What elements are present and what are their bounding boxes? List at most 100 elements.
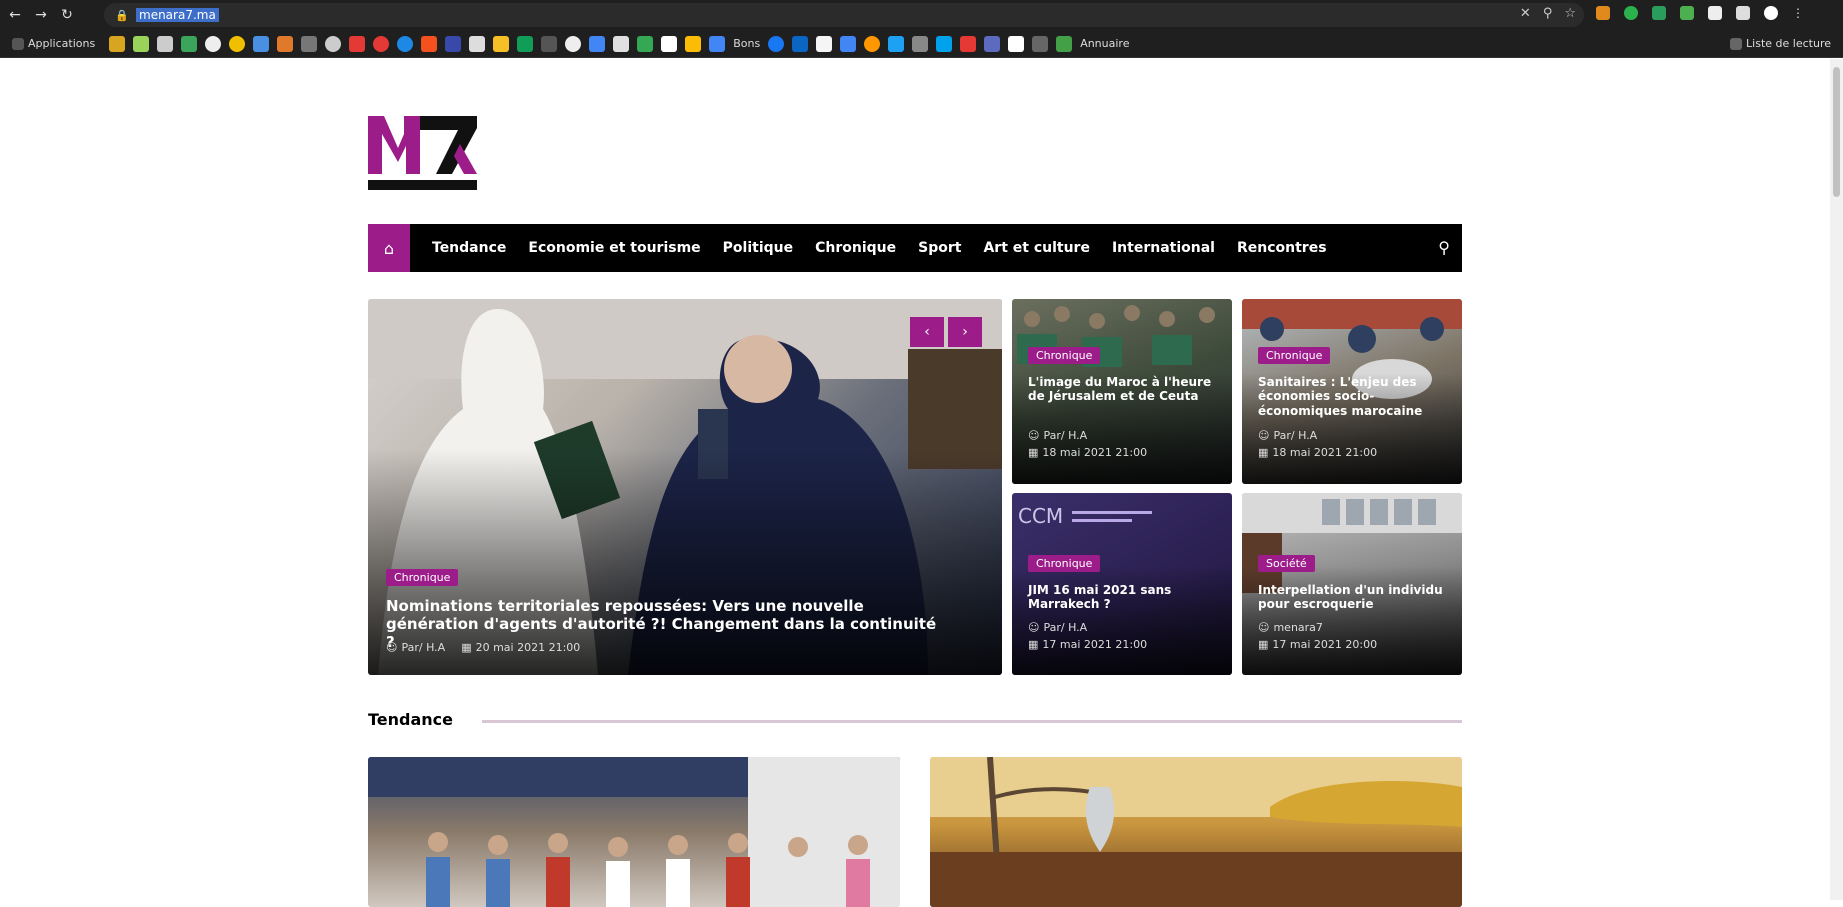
- bookmark-icon[interactable]: [517, 35, 534, 52]
- site-logo[interactable]: [368, 104, 477, 198]
- article-title[interactable]: Sanitaires : L'enjeu des économies socio…: [1258, 375, 1454, 418]
- bookmark-icon[interactable]: [133, 35, 150, 52]
- article-image: [368, 757, 900, 907]
- bookmark-icon[interactable]: [421, 35, 438, 52]
- author: ☺ Par/ H.A: [1028, 429, 1088, 442]
- star-icon[interactable]: ☆: [1564, 6, 1576, 21]
- extension-icon[interactable]: [1708, 6, 1722, 20]
- translate-icon[interactable]: ✕: [1520, 6, 1531, 21]
- bookmark-icon[interactable]: [912, 35, 929, 52]
- bookmark-icon[interactable]: [229, 35, 246, 52]
- bookmark-icon[interactable]: [397, 35, 414, 52]
- zoom-icon[interactable]: ⚲: [1543, 6, 1553, 21]
- bookmark-icon[interactable]: [301, 35, 318, 52]
- category-badge[interactable]: Chronique: [1028, 347, 1101, 364]
- featured-main-card[interactable]: ‹ › Chronique Nominations territoriales …: [368, 299, 1002, 675]
- featured-side-card[interactable]: Chronique Sanitaires : L'enjeu des écono…: [1242, 299, 1462, 484]
- bookmark-icon[interactable]: [589, 35, 606, 52]
- profile-avatar[interactable]: [1764, 6, 1778, 20]
- bookmark-icon[interactable]: [469, 35, 486, 52]
- nav-item-sport[interactable]: Sport: [918, 240, 961, 256]
- url-text[interactable]: menara7.ma: [136, 8, 219, 22]
- bookmark-icon[interactable]: [1032, 35, 1049, 52]
- bookmark-icon[interactable]: [936, 35, 953, 52]
- bookmark-icon[interactable]: [1008, 35, 1025, 52]
- extension-icon[interactable]: [1596, 6, 1610, 20]
- article-image: [930, 757, 1462, 907]
- featured-side-card[interactable]: Société Interpellation d'un individu pou…: [1242, 493, 1462, 675]
- bookmark-icon[interactable]: [888, 35, 905, 52]
- bookmark-icon[interactable]: [205, 35, 222, 52]
- bookmark-icon[interactable]: [373, 35, 390, 52]
- featured-side-card[interactable]: Chronique L'image du Maroc à l'heure de …: [1012, 299, 1232, 484]
- drive-icon[interactable]: [709, 35, 726, 52]
- tendance-card[interactable]: [368, 757, 900, 907]
- date: ▦ 18 mai 2021 21:00: [1258, 446, 1378, 459]
- address-bar[interactable]: 🔒 menara7.ma ✕ ⚲ ☆: [104, 3, 1584, 27]
- bookmark-icon[interactable]: [541, 35, 558, 52]
- bookmark-icon[interactable]: [181, 35, 198, 52]
- nav-item-economie[interactable]: Economie et tourisme: [528, 240, 700, 256]
- category-badge[interactable]: Chronique: [386, 569, 459, 586]
- back-icon[interactable]: ←: [4, 4, 26, 26]
- bookmark-apps[interactable]: Applications: [12, 37, 95, 50]
- nav-item-tendance[interactable]: Tendance: [432, 240, 506, 256]
- apps-icon: [12, 37, 24, 50]
- bookmark-icon[interactable]: [1056, 35, 1073, 52]
- next-arrow-icon[interactable]: ›: [948, 317, 982, 347]
- extension-icon[interactable]: [1624, 6, 1638, 20]
- prev-arrow-icon[interactable]: ‹: [910, 317, 944, 347]
- nav-item-chronique[interactable]: Chronique: [815, 240, 896, 256]
- bookmark-icon[interactable]: [253, 35, 270, 52]
- article-title[interactable]: JIM 16 mai 2021 sans Marrakech ?: [1028, 583, 1224, 612]
- author: ☺ menara7: [1258, 621, 1323, 634]
- bookmark-icon[interactable]: [493, 35, 510, 52]
- bookmark-icon[interactable]: [661, 35, 678, 52]
- featured-side-card[interactable]: CCM Chronique JIM 16 mai 2021 sans Marra…: [1012, 493, 1232, 675]
- search-icon[interactable]: ⚲: [1438, 238, 1450, 257]
- extension-icon[interactable]: [1652, 6, 1666, 20]
- tendance-card[interactable]: [930, 757, 1462, 907]
- bookmark-icon[interactable]: [613, 35, 630, 52]
- reading-list[interactable]: Liste de lecture: [1730, 37, 1831, 50]
- article-title[interactable]: Interpellation d'un individu pour escroq…: [1258, 583, 1454, 612]
- nav-item-politique[interactable]: Politique: [723, 240, 793, 256]
- bookmark-icon[interactable]: [960, 35, 977, 52]
- nav-item-art-culture[interactable]: Art et culture: [983, 240, 1090, 256]
- bookmark-icon[interactable]: [325, 35, 342, 52]
- main-navigation: ⌂ Tendance Economie et tourisme Politiqu…: [368, 224, 1462, 272]
- category-badge[interactable]: Chronique: [1258, 347, 1331, 364]
- puzzle-icon[interactable]: [1736, 6, 1750, 20]
- forward-icon[interactable]: →: [30, 4, 52, 26]
- calendar-icon: ▦: [1258, 446, 1269, 459]
- user-icon: ☺: [1028, 429, 1040, 442]
- extension-icon[interactable]: [1680, 6, 1694, 20]
- nav-item-rencontres[interactable]: Rencontres: [1237, 240, 1327, 256]
- section-divider: [482, 720, 1462, 723]
- bookmark-icon[interactable]: [792, 35, 809, 52]
- bookmark-icon[interactable]: [816, 35, 833, 52]
- bookmark-icon[interactable]: [685, 35, 702, 52]
- bookmark-icon[interactable]: [840, 35, 857, 52]
- article-title[interactable]: L'image du Maroc à l'heure de Jérusalem …: [1028, 375, 1224, 404]
- bookmark-icon[interactable]: [768, 35, 785, 52]
- bookmark-icon[interactable]: [445, 35, 462, 52]
- scrollbar-thumb[interactable]: [1833, 67, 1840, 197]
- menu-icon[interactable]: ⋮: [1792, 6, 1806, 20]
- home-icon[interactable]: ⌂: [368, 224, 410, 272]
- bookmark-icon[interactable]: [984, 35, 1001, 52]
- category-badge[interactable]: Société: [1258, 555, 1315, 572]
- author: ☺ Par/ H.A: [386, 641, 446, 654]
- vertical-scrollbar[interactable]: [1830, 59, 1843, 900]
- nav-item-international[interactable]: International: [1112, 240, 1215, 256]
- bookmark-icon[interactable]: [349, 35, 366, 52]
- bookmark-icon[interactable]: [565, 35, 582, 52]
- reload-icon[interactable]: ↻: [56, 4, 78, 26]
- category-badge[interactable]: Chronique: [1028, 555, 1101, 572]
- bookmark-icon[interactable]: [637, 35, 654, 52]
- bookmark-icon[interactable]: [277, 35, 294, 52]
- bookmark-icon[interactable]: [109, 35, 126, 52]
- bookmark-icon[interactable]: [864, 35, 881, 52]
- author: ☺ Par/ H.A: [1028, 621, 1088, 634]
- bookmark-icon[interactable]: [157, 35, 174, 52]
